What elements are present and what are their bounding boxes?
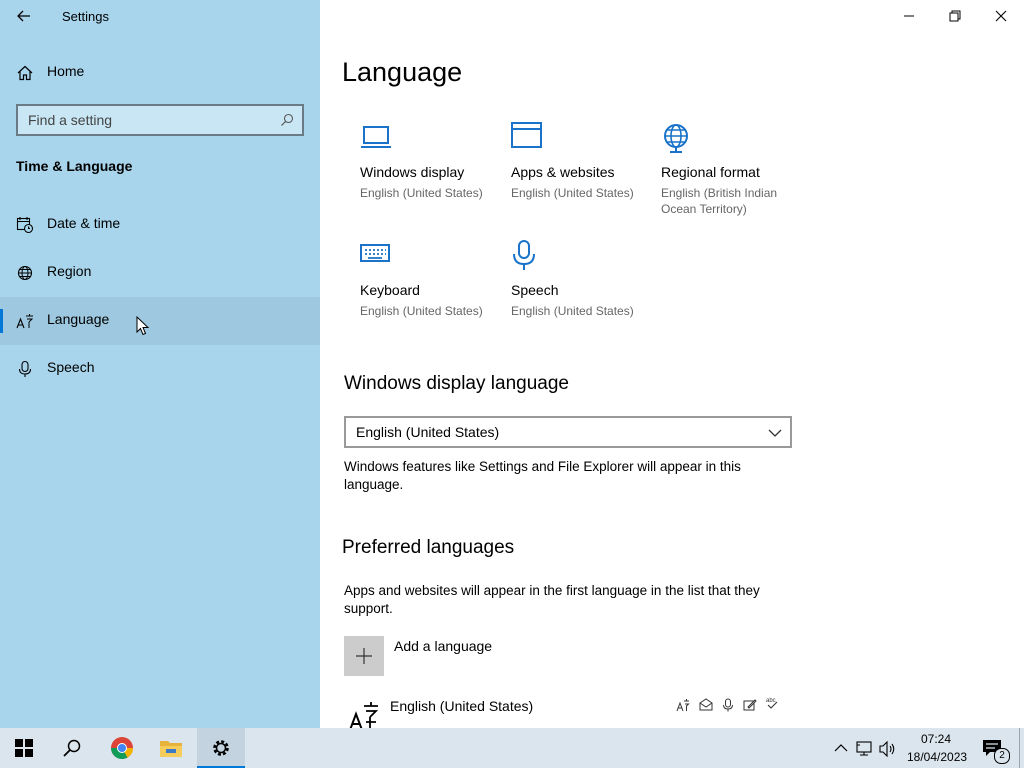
clock-time[interactable]: 07:24: [921, 732, 951, 746]
display-language-feature-icon: [676, 699, 690, 712]
chevron-up-icon[interactable]: [834, 743, 848, 753]
tile-windows-display[interactable]: Windows display English (United States): [360, 122, 500, 202]
calendar-clock-icon: [16, 217, 34, 234]
search-icon[interactable]: [280, 113, 294, 127]
network-icon[interactable]: [856, 741, 874, 757]
mouse-cursor-icon: [136, 316, 150, 336]
microphone-icon: [18, 360, 32, 377]
search-box: [16, 104, 304, 136]
preferred-languages-heading: Preferred languages: [342, 537, 515, 558]
preferred-languages-description: Apps and websites will appear in the fir…: [344, 583, 760, 616]
sidebar-item-label: Region: [47, 263, 92, 279]
volume-icon[interactable]: [879, 741, 897, 757]
active-indicator: [0, 309, 3, 333]
language-icon: [349, 702, 379, 728]
file-explorer-taskbar-button[interactable]: [147, 728, 195, 768]
sidebar-item-label: Date & time: [47, 215, 121, 231]
notification-count: 2: [999, 750, 1005, 761]
handwriting-feature-icon: [743, 699, 757, 711]
sidebar-item-date-time[interactable]: Date & time: [0, 201, 320, 249]
minimize-icon: [904, 15, 914, 17]
tile-name: Speech: [511, 282, 559, 298]
notification-badge: 2: [994, 748, 1010, 764]
globe-icon: [664, 124, 688, 153]
notification-center-button[interactable]: 2: [976, 728, 1014, 768]
display-language-dropdown[interactable]: English (United States): [344, 416, 792, 448]
dropdown-value: English (United States): [356, 424, 500, 440]
language-name: English (United States): [390, 698, 534, 714]
main-content: Language Windows display English (United…: [320, 0, 1024, 728]
search-input[interactable]: [18, 106, 274, 134]
tile-speech[interactable]: Speech English (United States): [511, 240, 651, 320]
globe-icon: [17, 265, 33, 281]
page-title: Language: [342, 57, 463, 87]
taskbar: 07:24 18/04/2023 2: [0, 728, 1024, 768]
microphone-icon: [513, 240, 535, 270]
start-button[interactable]: [0, 728, 48, 768]
tile-name: Apps & websites: [511, 164, 615, 180]
restore-icon: [949, 10, 961, 22]
tile-keyboard[interactable]: Keyboard English (United States): [360, 240, 500, 320]
restore-button[interactable]: [932, 0, 978, 32]
tile-subtitle: English (British Indian Ocean Territory): [661, 186, 778, 216]
tile-name: Keyboard: [360, 282, 420, 298]
text-to-speech-feature-icon: [699, 698, 713, 711]
tile-subtitle: English (United States): [360, 304, 483, 318]
gear-icon: [213, 740, 229, 756]
folder-icon: [160, 741, 182, 757]
svg-text:abc: abc: [766, 698, 776, 704]
tile-name: Regional format: [661, 164, 760, 180]
add-language-label: Add a language: [394, 638, 493, 654]
sidebar-item-label: Speech: [47, 359, 95, 375]
speech-recognition-feature-icon: [723, 698, 733, 712]
close-icon: [995, 10, 1007, 22]
tile-name: Windows display: [360, 164, 465, 180]
chrome-taskbar-button[interactable]: [98, 728, 146, 768]
chevron-down-icon: [768, 429, 782, 437]
sidebar: Settings Home Time & Language Date & tim…: [0, 0, 320, 728]
section-title: Time & Language: [16, 158, 133, 174]
add-icon-box: [344, 636, 384, 676]
tile-subtitle: English (United States): [511, 186, 634, 200]
display-language-description: Windows features like Settings and File …: [344, 459, 741, 492]
back-button[interactable]: [10, 4, 38, 28]
search-icon: [63, 739, 81, 757]
window-icon: [511, 122, 542, 148]
spell-check-feature-icon: abc: [766, 698, 778, 709]
search-taskbar-button[interactable]: [48, 728, 96, 768]
sidebar-item-home[interactable]: Home: [0, 49, 320, 97]
window-title: Settings: [62, 9, 109, 24]
tile-regional-format[interactable]: Regional format English (British Indian …: [661, 122, 801, 218]
back-arrow-icon: [17, 10, 30, 22]
settings-taskbar-button[interactable]: [197, 728, 245, 768]
laptop-icon: [361, 126, 391, 148]
sidebar-item-speech[interactable]: Speech: [0, 345, 320, 393]
sidebar-item-label: Home: [47, 63, 85, 79]
display-language-heading: Windows display language: [344, 373, 569, 394]
sidebar-item-language[interactable]: Language: [0, 297, 320, 345]
show-desktop-button[interactable]: [1019, 728, 1020, 768]
clock-date[interactable]: 18/04/2023: [907, 750, 967, 764]
language-icon: [16, 314, 34, 329]
sidebar-item-region[interactable]: Region: [0, 249, 320, 297]
windows-logo-icon: [15, 739, 33, 757]
tile-subtitle: English (United States): [511, 304, 634, 318]
close-button[interactable]: [978, 0, 1024, 32]
tile-apps-websites[interactable]: Apps & websites English (United States): [511, 122, 651, 202]
language-list-item[interactable]: English (United States) abc: [344, 692, 784, 728]
add-language-button[interactable]: Add a language: [344, 636, 604, 676]
home-icon: [17, 65, 33, 81]
tile-subtitle: English (United States): [360, 186, 483, 200]
chrome-icon: [111, 737, 133, 759]
sidebar-item-label: Language: [47, 311, 110, 327]
keyboard-icon: [360, 244, 390, 262]
minimize-button[interactable]: [886, 0, 932, 32]
plus-icon: [356, 648, 372, 664]
